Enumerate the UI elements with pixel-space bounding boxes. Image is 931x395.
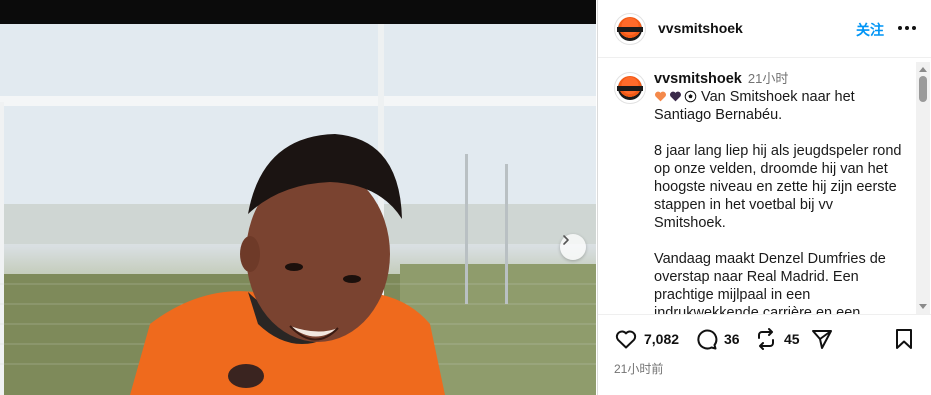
caption-emojis — [654, 90, 697, 103]
chevron-right-icon — [563, 235, 569, 245]
comment-icon — [697, 329, 718, 350]
soccer-ball-icon — [684, 90, 697, 103]
like-button[interactable]: 7,082 — [614, 327, 679, 351]
caption-username[interactable]: vvsmitshoek — [654, 71, 742, 87]
black-heart-icon — [670, 91, 681, 102]
post-photo — [0, 24, 596, 395]
scroll-down-arrow[interactable] — [919, 304, 927, 309]
heart-icon — [615, 330, 637, 349]
post-timestamp: 21小时前 — [614, 362, 664, 376]
caption-paragraph-2: 8 jaar lang liep hij als jeugdspeler ron… — [654, 143, 902, 231]
repost-button[interactable]: 45 — [754, 327, 800, 351]
media-top-bar — [0, 0, 596, 24]
orange-heart-icon — [655, 91, 666, 102]
club-logo-band — [617, 27, 643, 32]
comment-button[interactable]: 36 — [694, 327, 740, 351]
post-actions: 7,082 36 45 21小时前 — [598, 314, 931, 395]
ellipsis-icon — [898, 26, 916, 30]
caption-avatar[interactable] — [614, 72, 646, 104]
follow-button[interactable]: 关注 — [856, 20, 884, 40]
header-username[interactable]: vvsmitshoek — [658, 20, 743, 36]
avatar[interactable] — [614, 13, 646, 45]
caption-area: vvsmitshoek 21小时 Van Smitshoek naar het S… — [598, 62, 931, 314]
send-icon — [812, 330, 832, 349]
post-caption: vvsmitshoek 21小时 Van Smitshoek naar het S… — [654, 70, 904, 314]
save-button[interactable] — [892, 327, 916, 351]
photo-illustration — [0, 24, 596, 395]
scroll-thumb[interactable] — [919, 76, 927, 102]
repost-icon — [758, 328, 774, 350]
next-photo-button[interactable] — [560, 234, 586, 260]
bookmark-icon — [896, 329, 912, 349]
repost-count: 45 — [784, 331, 800, 347]
post-header: vvsmitshoek 关注 — [598, 0, 931, 58]
caption-paragraph-3: Vandaag maakt Denzel Dumfries de oversta… — [654, 251, 886, 314]
comment-count: 36 — [724, 331, 740, 347]
like-count: 7,082 — [644, 331, 680, 347]
post-media — [0, 0, 596, 395]
post-side-panel: vvsmitshoek 关注 vvsmitshoek 21小时 Van Smits… — [597, 0, 931, 395]
share-button[interactable] — [810, 327, 834, 351]
club-logo-band — [617, 86, 643, 91]
scroll-up-arrow[interactable] — [919, 67, 927, 72]
more-options-button[interactable] — [896, 17, 918, 39]
caption-time: 21小时 — [747, 71, 789, 86]
caption-scrollbar[interactable] — [916, 62, 930, 314]
